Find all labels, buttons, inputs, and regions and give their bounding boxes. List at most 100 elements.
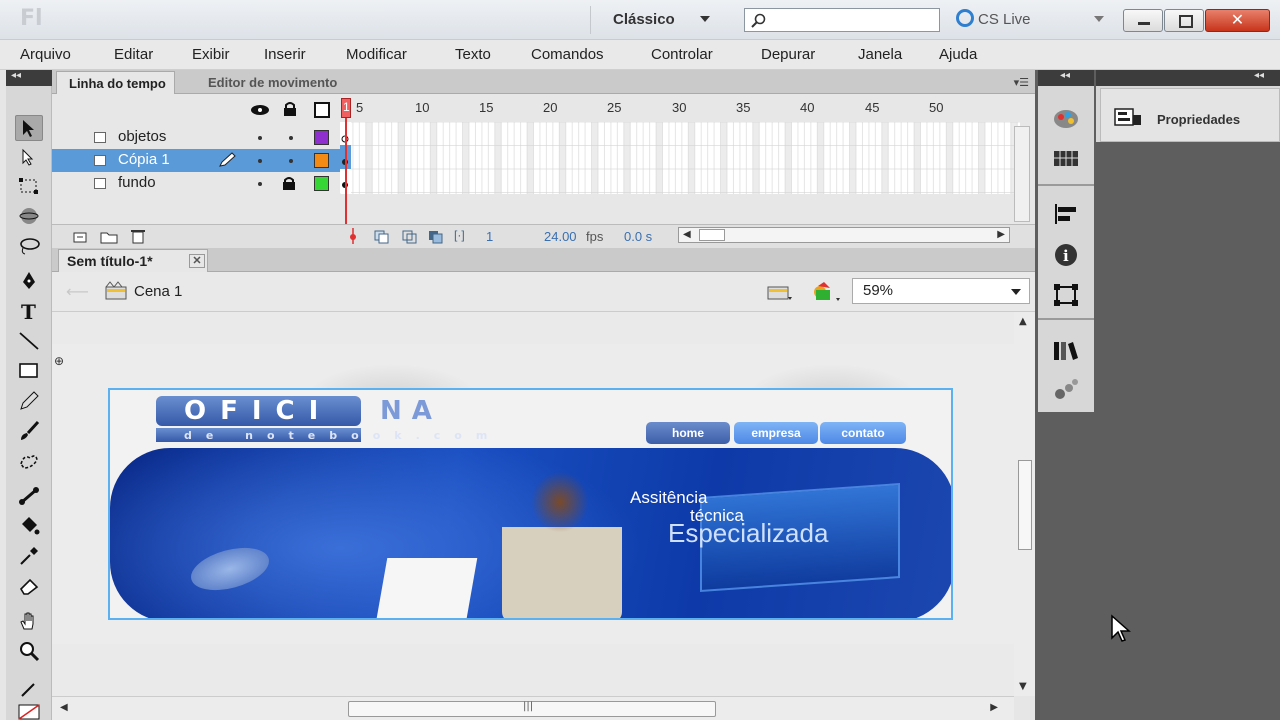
- elapsed-time-readout[interactable]: 0.0 s: [624, 229, 652, 244]
- menu-item-inserir[interactable]: Inserir: [264, 46, 306, 63]
- edit-symbols-icon[interactable]: [810, 280, 842, 308]
- current-frame-readout[interactable]: 1: [486, 229, 493, 244]
- visibility-dot[interactable]: [258, 159, 262, 163]
- pen-tool[interactable]: [15, 268, 43, 294]
- scroll-right-icon[interactable]: ▶: [990, 702, 998, 713]
- cs-live-button[interactable]: CS Live: [956, 9, 1031, 28]
- free-transform-tool[interactable]: [15, 174, 43, 200]
- scroll-up-icon[interactable]: ▲: [1019, 316, 1027, 327]
- zoom-tool[interactable]: [15, 638, 43, 664]
- scroll-left-icon[interactable]: ◀: [60, 702, 68, 713]
- scroll-thumb[interactable]: |||: [348, 701, 716, 717]
- lock-icon[interactable]: [282, 176, 296, 195]
- menu-item-texto[interactable]: Texto: [455, 46, 491, 63]
- color-panel-icon[interactable]: [1052, 106, 1080, 134]
- chevron-down-icon[interactable]: [1094, 16, 1104, 22]
- layer-fundo[interactable]: fundo: [52, 172, 340, 195]
- maximize-button[interactable]: [1164, 9, 1204, 32]
- info-panel-icon[interactable]: i: [1052, 242, 1080, 270]
- trash-icon[interactable]: [130, 228, 146, 248]
- menu-item-ajuda[interactable]: Ajuda: [939, 46, 977, 63]
- library-panel-icon[interactable]: [1052, 338, 1080, 366]
- nav-button-empresa[interactable]: empresa: [734, 422, 818, 444]
- onion-skin-outlines-icon[interactable]: [402, 229, 418, 248]
- scroll-right-icon[interactable]: ▶: [997, 229, 1005, 240]
- edit-scene-icon[interactable]: [766, 281, 794, 307]
- hand-tool[interactable]: [15, 608, 43, 634]
- scroll-left-icon[interactable]: ◀: [683, 229, 691, 240]
- menu-item-controlar[interactable]: Controlar: [651, 46, 713, 63]
- menu-item-modificar[interactable]: Modificar: [346, 46, 407, 63]
- nav-button-home[interactable]: home: [646, 422, 730, 444]
- align-panel-icon[interactable]: [1052, 202, 1080, 230]
- new-folder-icon[interactable]: [100, 229, 118, 248]
- center-frame-icon[interactable]: [348, 228, 358, 248]
- collapse-icon[interactable]: ◂◂: [1060, 70, 1070, 81]
- menu-item-comandos[interactable]: Comandos: [531, 46, 604, 63]
- frames-grid[interactable]: [340, 122, 1020, 194]
- text-tool[interactable]: T: [15, 298, 43, 324]
- show-hide-all-icon[interactable]: [250, 102, 270, 121]
- fill-color-swatch[interactable]: [15, 702, 43, 720]
- close-tab-icon[interactable]: ✕: [189, 254, 205, 268]
- onion-skin-icon[interactable]: [374, 229, 390, 248]
- timeline-vertical-scrollbar[interactable]: [1014, 126, 1030, 222]
- eraser-tool[interactable]: [15, 573, 43, 599]
- visibility-dot[interactable]: [258, 136, 262, 140]
- lock-dot[interactable]: [289, 159, 293, 163]
- eyedropper-tool[interactable]: [15, 543, 43, 569]
- collapse-icon[interactable]: ◂◂: [1254, 70, 1264, 81]
- visibility-dot[interactable]: [258, 182, 262, 186]
- panel-header[interactable]: ◂◂: [6, 70, 52, 86]
- outline-color-swatch[interactable]: [314, 130, 329, 145]
- subselection-tool[interactable]: [15, 145, 43, 171]
- menu-item-editar[interactable]: Editar: [114, 46, 153, 63]
- tab-timeline[interactable]: Linha do tempo: [56, 71, 175, 94]
- scroll-thumb[interactable]: [1018, 460, 1032, 550]
- menu-item-depurar[interactable]: Depurar: [761, 46, 815, 63]
- outline-color-swatch[interactable]: [314, 176, 329, 191]
- menu-item-exibir[interactable]: Exibir: [192, 46, 230, 63]
- components-panel-icon[interactable]: [1052, 376, 1080, 404]
- tab-motion-editor[interactable]: Editor de movimento: [196, 71, 345, 94]
- collapse-icon[interactable]: ◂◂: [11, 70, 21, 81]
- panel-header[interactable]: ◂◂: [1096, 70, 1280, 86]
- lock-all-icon[interactable]: [282, 101, 298, 121]
- menu-item-janela[interactable]: Janela: [858, 46, 902, 63]
- search-input[interactable]: [744, 8, 940, 32]
- lock-dot[interactable]: [289, 136, 293, 140]
- layer-copia-1[interactable]: Cópia 1: [52, 149, 340, 172]
- pencil-tool[interactable]: [15, 388, 43, 414]
- back-arrow-icon[interactable]: ⟵: [66, 282, 89, 301]
- panel-header[interactable]: ◂◂: [1038, 70, 1094, 86]
- scroll-thumb[interactable]: [699, 229, 725, 241]
- edit-multiple-frames-icon[interactable]: [428, 229, 444, 248]
- new-layer-icon[interactable]: [72, 229, 88, 248]
- stroke-color-tool[interactable]: [15, 676, 43, 702]
- menu-item-arquivo[interactable]: Arquivo: [20, 46, 71, 63]
- minimize-button[interactable]: [1123, 9, 1163, 32]
- timeline-horizontal-scrollbar[interactable]: ◀ ▶: [678, 227, 1010, 243]
- workspace-switcher[interactable]: Clássico: [590, 6, 722, 34]
- 3d-rotation-tool[interactable]: [15, 204, 43, 230]
- layer-objetos[interactable]: objetos: [52, 126, 340, 149]
- outline-color-swatch[interactable]: [314, 153, 329, 168]
- rectangle-tool[interactable]: [15, 358, 43, 384]
- lasso-tool[interactable]: [15, 234, 43, 260]
- frame-ruler[interactable]: 5 10 15 20 25 30 35 40 45 50: [340, 98, 1020, 120]
- close-button[interactable]: ✕: [1205, 9, 1270, 32]
- bone-tool[interactable]: [15, 483, 43, 509]
- document-tab[interactable]: Sem título-1* ✕: [58, 249, 208, 272]
- stage-vertical-scrollbar[interactable]: ▲ ▼: [1014, 312, 1035, 696]
- scroll-down-icon[interactable]: ▼: [1019, 681, 1027, 692]
- stage-horizontal-scrollbar[interactable]: ◀ ||| ▶: [52, 696, 1014, 720]
- paint-bucket-tool[interactable]: [15, 513, 43, 539]
- zoom-select[interactable]: 59%: [852, 278, 1030, 304]
- line-tool[interactable]: [15, 328, 43, 354]
- nav-button-contato[interactable]: contato: [820, 422, 906, 444]
- swatches-panel-icon[interactable]: [1052, 146, 1080, 174]
- fps-readout[interactable]: 24.00: [544, 229, 577, 244]
- deco-tool[interactable]: [15, 448, 43, 474]
- selection-tool[interactable]: [15, 115, 43, 141]
- transform-panel-icon[interactable]: [1052, 282, 1080, 310]
